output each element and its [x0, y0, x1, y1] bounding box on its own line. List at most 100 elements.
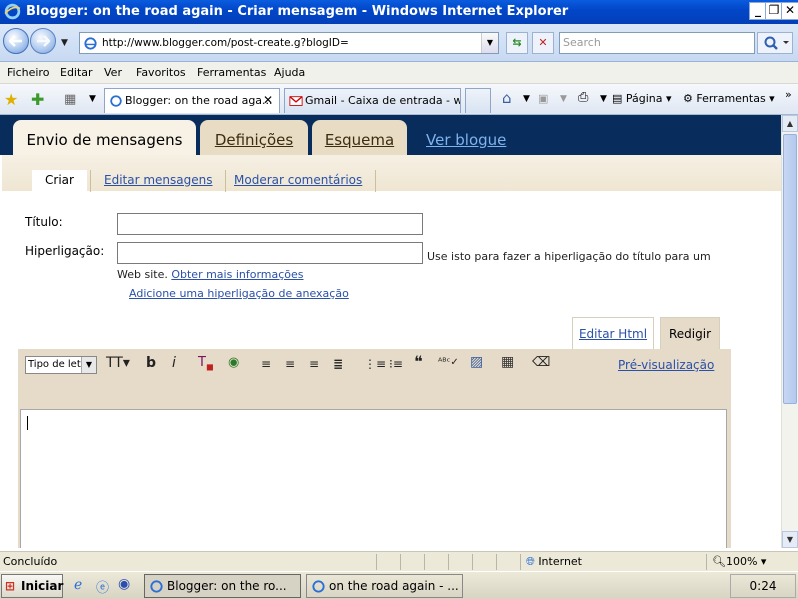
- blockquote-icon[interactable]: ❝: [414, 352, 423, 371]
- address-bar[interactable]: http://www.blogger.com/post-create.g?blo…: [79, 32, 499, 54]
- home-icon[interactable]: ⌂: [502, 89, 512, 107]
- remove-format-icon[interactable]: ⌫: [532, 355, 550, 370]
- bullet-list-icon[interactable]: ⁝≡: [389, 357, 403, 371]
- tab-edit-html[interactable]: Editar Html: [572, 317, 654, 349]
- media-player-icon[interactable]: ◉: [118, 576, 130, 592]
- bold-icon[interactable]: b: [146, 355, 156, 371]
- browser-tab-blogger[interactable]: Blogger: on the road aga... ✕: [104, 88, 280, 113]
- video-icon[interactable]: ▦: [501, 354, 514, 370]
- spellcheck-icon[interactable]: ᴬᴮᶜ✓: [438, 357, 459, 368]
- close-tab-icon[interactable]: ✕: [263, 93, 273, 107]
- align-center-icon[interactable]: ≡: [285, 357, 295, 371]
- history-dropdown-icon[interactable]: ▼: [61, 38, 68, 48]
- tab-bar: ★ ✚ ▦ ▼ Blogger: on the road aga... ✕ Gm…: [0, 84, 798, 115]
- link-input[interactable]: [117, 242, 423, 264]
- windows-logo-icon: ⊞: [5, 579, 16, 593]
- subtab-criar[interactable]: Criar: [32, 170, 87, 192]
- align-left-icon[interactable]: ≡: [261, 357, 271, 371]
- status-divider: [448, 554, 449, 570]
- preview-link[interactable]: Pré-visualização: [618, 358, 714, 372]
- feeds-icon[interactable]: ▣: [538, 92, 548, 105]
- tab-list-dropdown-icon[interactable]: ▼: [89, 94, 96, 104]
- search-input[interactable]: Search: [559, 32, 755, 54]
- stop-button[interactable]: ✕: [532, 32, 554, 54]
- view-blog-link[interactable]: Ver blogue: [426, 131, 506, 149]
- new-tab-button[interactable]: [465, 88, 491, 113]
- post-body-textarea[interactable]: [20, 409, 727, 548]
- status-divider: [496, 554, 497, 570]
- menu-ficheiro[interactable]: Ficheiro: [7, 66, 49, 79]
- menu-ferramentas[interactable]: Ferramentas: [197, 66, 266, 79]
- address-url[interactable]: http://www.blogger.com/post-create.g?blo…: [102, 37, 349, 49]
- feeds-dropdown-icon[interactable]: ▼: [560, 94, 567, 104]
- subtab-editar-mensagens-link[interactable]: Editar mensagens: [104, 173, 212, 187]
- font-size-icon[interactable]: TT▾: [106, 355, 130, 371]
- chevron-more-icon[interactable]: »: [785, 88, 792, 101]
- quicklaunch-ie-icon[interactable]: ℯ: [74, 577, 82, 593]
- zoom-control[interactable]: 🔍︎100% ▾: [712, 555, 766, 568]
- link-icon[interactable]: ◉: [228, 355, 239, 370]
- more-info-link[interactable]: Obter mais informações: [171, 268, 303, 281]
- scroll-down-icon[interactable]: ▼: [782, 531, 798, 548]
- status-divider: [706, 554, 707, 570]
- link-label: Hiperligação:: [25, 244, 105, 258]
- browser-tab-label: Blogger: on the road aga...: [125, 94, 273, 107]
- status-divider: [376, 554, 377, 570]
- start-button[interactable]: ⊞ Iniciar: [1, 574, 63, 598]
- gmail-icon: [289, 96, 303, 106]
- favorites-star-icon[interactable]: ★: [4, 90, 18, 109]
- font-select[interactable]: Tipo de let ▼: [25, 356, 97, 374]
- align-right-icon[interactable]: ≡: [309, 357, 319, 371]
- home-dropdown-icon[interactable]: ▼: [523, 94, 530, 104]
- menu-favoritos[interactable]: Favoritos: [136, 66, 186, 79]
- browser-tab-gmail[interactable]: Gmail - Caixa de entrada - w...: [284, 88, 461, 113]
- refresh-button[interactable]: ⇆: [506, 32, 528, 54]
- add-attachment-link[interactable]: Adicione uma hiperligação de anexação: [129, 287, 349, 300]
- tab-compose[interactable]: Redigir: [660, 317, 720, 349]
- quick-tabs-icon[interactable]: ▦: [64, 92, 76, 107]
- image-icon[interactable]: ▨: [470, 354, 483, 370]
- subtab-moderar-link[interactable]: Moderar comentários: [234, 173, 362, 187]
- tab-esquema[interactable]: Esquema: [312, 120, 407, 155]
- menu-ajuda[interactable]: Ajuda: [274, 66, 305, 79]
- menu-editar[interactable]: Editar: [60, 66, 93, 79]
- taskbar-item-road[interactable]: on the road again - ...: [306, 574, 463, 598]
- status-divider: [424, 554, 425, 570]
- italic-icon[interactable]: i: [172, 355, 176, 371]
- quicklaunch-ie2-icon[interactable]: ⓔ: [96, 577, 109, 596]
- taskbar-item-label: Blogger: on the ro...: [167, 579, 287, 593]
- tab-definicoes[interactable]: Definições: [200, 120, 308, 155]
- subtab-moderar-comentarios[interactable]: Moderar comentários: [221, 170, 377, 192]
- subtab-editar-mensagens[interactable]: Editar mensagens: [90, 170, 227, 192]
- search-button[interactable]: [757, 32, 793, 54]
- tools-menu[interactable]: ⚙ Ferramentas ▾: [683, 92, 775, 105]
- print-icon[interactable]: ⎙: [578, 90, 588, 105]
- tab-envio-de-mensagens[interactable]: Envio de mensagens: [13, 120, 196, 155]
- page-content: Envio de mensagens Definições Esquema Ve…: [0, 115, 781, 548]
- numbered-list-icon[interactable]: ⋮≡: [364, 357, 386, 371]
- menu-bar: Ficheiro Editar Ver Favoritos Ferramenta…: [0, 62, 798, 84]
- close-button[interactable]: ✕: [781, 2, 798, 20]
- back-button[interactable]: [3, 28, 29, 54]
- forward-button[interactable]: [30, 28, 56, 54]
- print-dropdown-icon[interactable]: ▼: [600, 94, 607, 104]
- vertical-scrollbar[interactable]: ▲ ▼: [781, 115, 798, 548]
- add-favorite-icon[interactable]: ✚: [31, 90, 44, 109]
- address-dropdown-icon[interactable]: ▼: [481, 33, 498, 53]
- stop-icon: ✕: [538, 36, 548, 49]
- scroll-up-icon[interactable]: ▲: [782, 115, 798, 132]
- scroll-thumb[interactable]: [783, 134, 797, 404]
- page-menu[interactable]: ▤ Página ▾: [612, 92, 672, 105]
- gear-icon: ⚙: [683, 92, 697, 105]
- tools-menu-label: Ferramentas: [696, 92, 766, 105]
- window-title-bar[interactable]: Blogger: on the road again - Criar mensa…: [0, 0, 798, 24]
- blogger-header: Envio de mensagens Definições Esquema Ve…: [0, 115, 781, 155]
- text-color-icon[interactable]: T■: [198, 355, 214, 372]
- zone-indicator[interactable]: 🌐︎ Internet: [526, 555, 582, 569]
- system-clock[interactable]: 0:24: [730, 574, 796, 598]
- justify-icon[interactable]: ≣: [333, 357, 343, 371]
- menu-ver[interactable]: Ver: [104, 66, 122, 79]
- sub-navigation: Criar Editar mensagens Moderar comentári…: [2, 155, 781, 192]
- title-input[interactable]: [117, 213, 423, 235]
- taskbar-item-blogger[interactable]: Blogger: on the ro...: [144, 574, 301, 598]
